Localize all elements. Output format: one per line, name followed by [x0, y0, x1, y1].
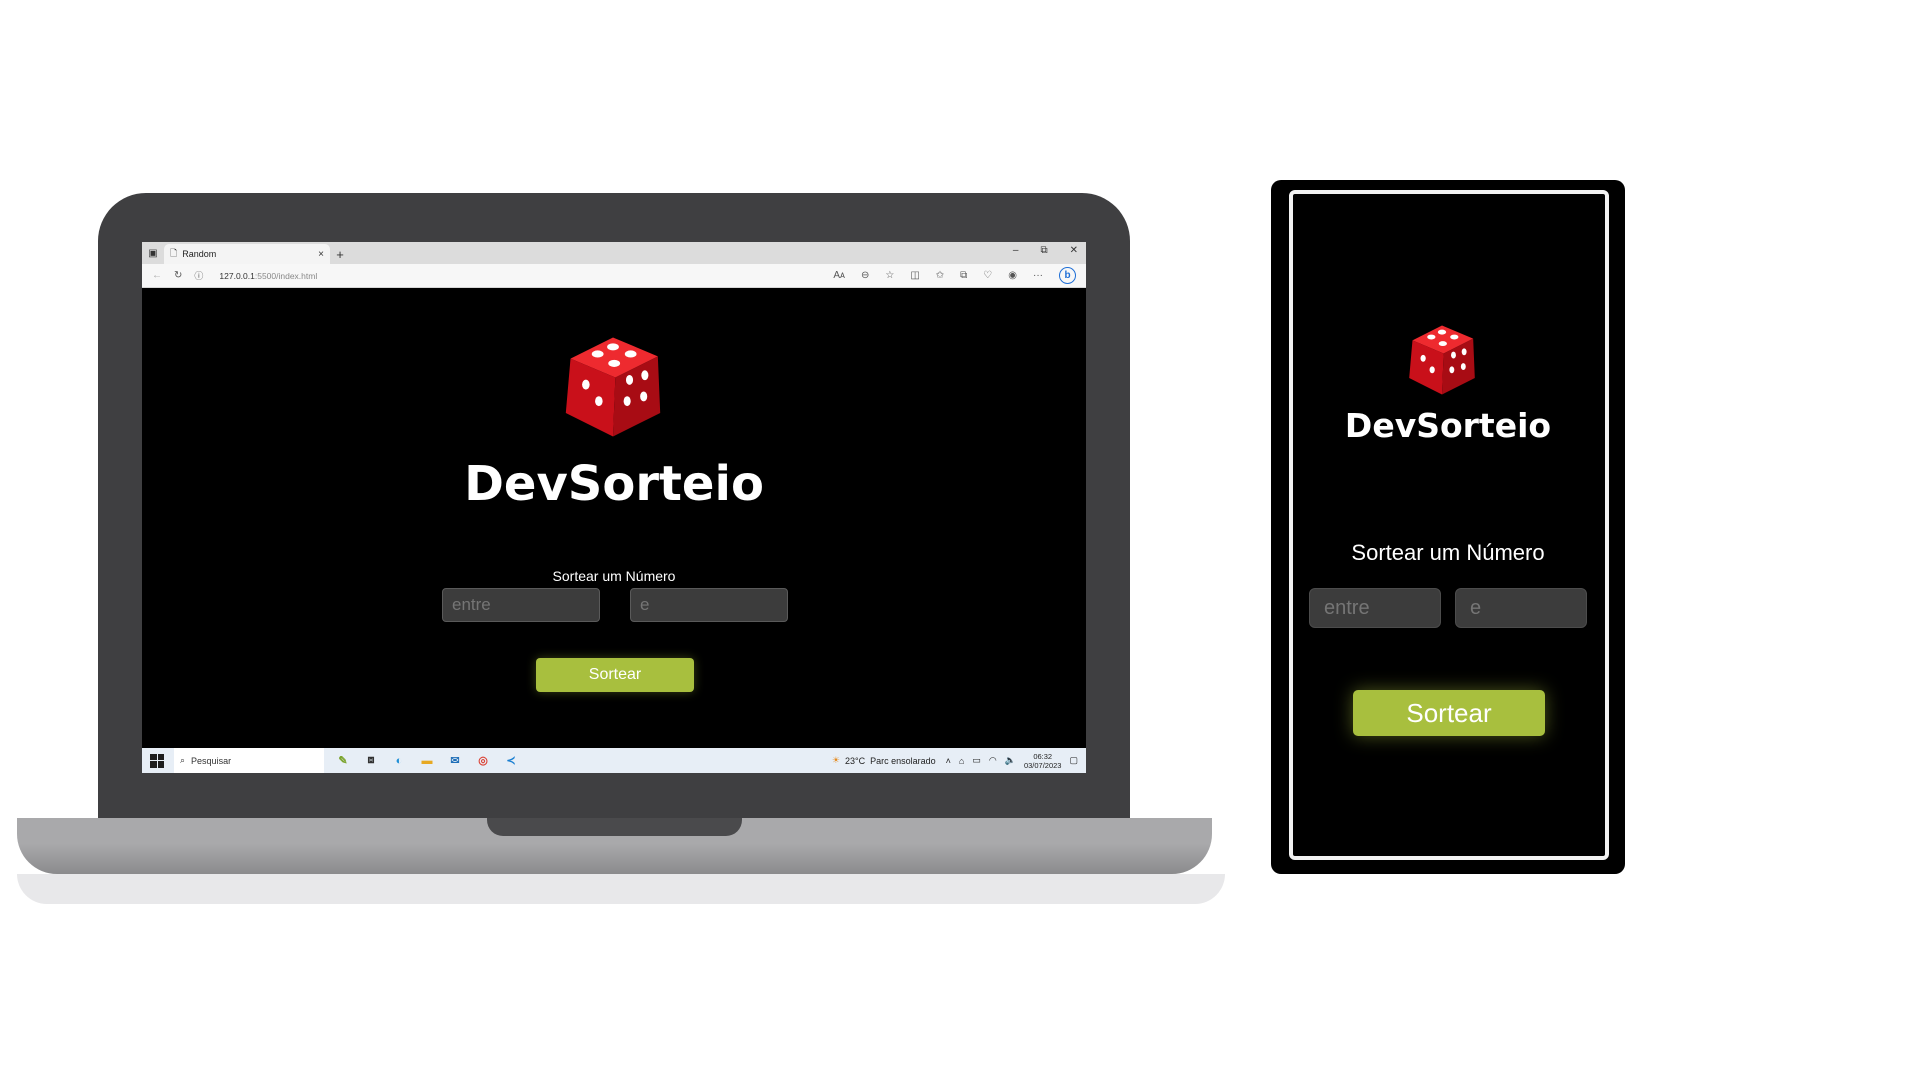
- search-label: Pesquisar: [191, 755, 232, 766]
- system-tray: ˄ ⌂ ▭ ◠ 🔈 06:32 03/07/2023 ▢: [946, 752, 1078, 770]
- task-view-icon[interactable]: ⧈: [362, 752, 380, 770]
- max-number-input[interactable]: [630, 588, 788, 622]
- windows-start-icon[interactable]: [150, 753, 164, 768]
- laptop-shadow: [17, 874, 1225, 904]
- window-controls: – ⧉ ✕: [1013, 245, 1078, 256]
- phone-screen-frame: [1289, 190, 1609, 860]
- clock-time: 06:32: [1033, 751, 1053, 761]
- dice-logo-icon: [565, 337, 661, 437]
- bing-copilot-icon[interactable]: b: [1059, 267, 1076, 284]
- browser-toolbar: Aᴀ ⊖ ☆ ◫ ✩ ⧉ ♡ ◉ ··· b: [833, 267, 1076, 284]
- vscode-icon[interactable]: ≺: [502, 752, 520, 770]
- subtitle: Sortear um Número: [1351, 540, 1545, 565]
- weather-temp: 23°C: [844, 755, 866, 766]
- wifi-icon[interactable]: ◠: [989, 755, 997, 766]
- min-number-input[interactable]: [1309, 588, 1441, 628]
- device-icon[interactable]: ⌂: [959, 756, 964, 766]
- minimize-icon[interactable]: –: [1013, 245, 1019, 256]
- close-window-icon[interactable]: ✕: [1070, 245, 1078, 256]
- draw-button[interactable]: Sortear: [1353, 690, 1545, 736]
- chevron-up-icon[interactable]: ˄: [946, 756, 951, 766]
- page-icon: 🗋: [170, 248, 178, 258]
- info-icon[interactable]: ⓘ: [194, 269, 203, 282]
- laptop-screen: ▣ 🗋 Random × + – ⧉ ✕ ← ↻ ⓘ 127.0.0.1:550…: [142, 242, 1086, 773]
- brand-title: DevSorteio: [1344, 406, 1552, 445]
- extensions-icon[interactable]: ♡: [983, 270, 992, 281]
- refresh-icon[interactable]: ↻: [174, 270, 182, 281]
- weather-widget[interactable]: ☀ 23°C Parc ensolarado: [832, 755, 936, 766]
- new-tab-button[interactable]: +: [330, 244, 350, 264]
- split-screen-icon[interactable]: ◫: [910, 270, 919, 281]
- zoom-icon[interactable]: ⊖: [861, 270, 869, 281]
- max-number-input[interactable]: [1455, 588, 1587, 628]
- weather-desc: Parc ensolarado: [870, 755, 936, 766]
- browser-tab-bar: ▣ 🗋 Random × + – ⧉ ✕: [142, 242, 1086, 264]
- tab-actions-icon[interactable]: ▣: [142, 242, 164, 264]
- file-explorer-icon[interactable]: ▬: [418, 752, 436, 770]
- clock-date: 03/07/2023: [1023, 760, 1062, 770]
- draw-button[interactable]: Sortear: [536, 658, 694, 692]
- url-path: :5500/index.html: [254, 270, 318, 281]
- profile-avatar-icon[interactable]: ◉: [1008, 270, 1017, 281]
- windows-taskbar: ⌕ Pesquisar ✎ ⧈ ◐ ▬ ✉ ◎ ≺ ☀ 23°C Parc en…: [142, 748, 1086, 773]
- address-bar-row: ← ↻ ⓘ 127.0.0.1:5500/index.html Aᴀ ⊖ ☆ ◫…: [142, 264, 1086, 288]
- phone-device: DevSorteio Sortear um Número Sortear: [1271, 180, 1625, 874]
- tab-title: Random: [182, 249, 217, 259]
- collections-icon[interactable]: ⧉: [960, 270, 967, 281]
- battery-icon[interactable]: ▭: [972, 755, 981, 766]
- read-aloud-icon[interactable]: Aᴀ: [833, 270, 845, 281]
- chrome-icon[interactable]: ◎: [474, 752, 492, 770]
- tab-close-icon[interactable]: ×: [318, 249, 324, 260]
- restore-icon[interactable]: ⧉: [1040, 245, 1047, 256]
- mail-icon[interactable]: ✉: [446, 752, 464, 770]
- favorites-icon[interactable]: ✩: [936, 270, 944, 281]
- favorite-star-icon[interactable]: ☆: [885, 270, 894, 281]
- laptop-notch: [487, 818, 742, 836]
- search-highlight-icon[interactable]: ✎: [334, 752, 352, 770]
- volume-icon[interactable]: 🔈: [1005, 755, 1016, 766]
- web-page: DevSorteio Sortear um Número Sortear: [142, 288, 1086, 748]
- more-menu-icon[interactable]: ···: [1033, 270, 1043, 281]
- min-number-input[interactable]: [442, 588, 600, 622]
- notifications-icon[interactable]: ▢: [1069, 755, 1078, 766]
- clock[interactable]: 06:32 03/07/2023: [1024, 752, 1062, 770]
- url-field[interactable]: 127.0.0.1:5500/index.html: [219, 271, 317, 281]
- taskbar-search[interactable]: ⌕ Pesquisar: [174, 748, 324, 773]
- url-host: 127.0.0.1: [219, 270, 255, 281]
- weather-icon: ☀: [831, 755, 840, 765]
- subtitle: Sortear um Número: [552, 568, 676, 584]
- browser-tab[interactable]: 🗋 Random ×: [164, 244, 330, 264]
- back-icon[interactable]: ←: [152, 270, 162, 281]
- dice-logo-icon: [1409, 325, 1475, 395]
- edge-browser-icon[interactable]: ◐: [390, 752, 408, 770]
- search-icon: ⌕: [180, 755, 186, 765]
- brand-title: DevSorteio: [464, 456, 764, 512]
